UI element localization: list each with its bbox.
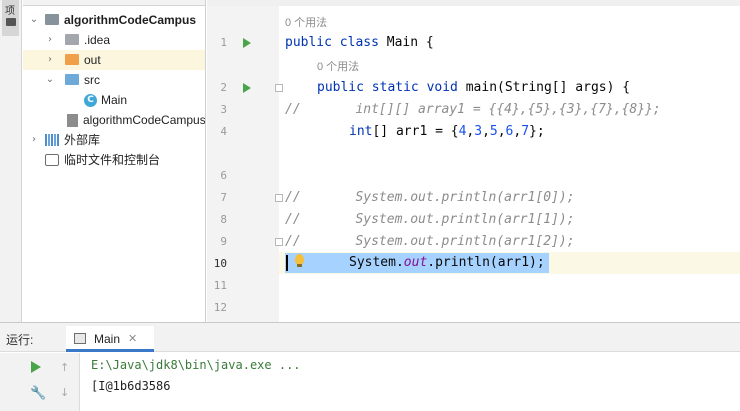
chevron-down-icon[interactable]: ⌄ [45,74,55,86]
code-token: .println(arr1); [427,255,545,270]
tree-item-src[interactable]: ⌄ src [23,70,205,90]
editor-gutter [207,6,279,322]
tree-item-label: algorithmCodeCampus [64,13,197,27]
code-token: System. [349,255,404,270]
left-tool-strip: 项 [0,0,22,322]
tree-item-idea[interactable]: › .idea [23,30,205,50]
text-caret [286,255,288,271]
code-token: }; [529,124,545,139]
line-number: 4 [220,125,227,138]
console-command-line: E:\Java\jdk8\bin\java.exe ... [91,358,301,372]
code-token: public class [285,35,379,50]
code-line-8: // System.out.println(arr1[1]); [285,212,575,227]
project-tool-tab-label: 项 [5,6,15,17]
close-icon[interactable]: ✕ [128,332,137,345]
code-number: 5 [489,124,498,139]
tree-item-label: out [84,53,101,67]
wrench-icon[interactable]: 🔧 [30,386,46,401]
line-number: 1 [220,36,227,49]
run-main-icon[interactable] [243,83,251,93]
tree-item-label: src [84,73,100,87]
line-number: 12 [213,301,227,314]
code-number: 4 [458,124,467,139]
excluded-folder-icon [65,54,79,65]
tree-item-label: 临时文件和控制台 [64,153,161,167]
code-line-10: System.out.println(arr1); [349,255,545,271]
code-token: main(String[] args) { [457,80,631,95]
tree-item-label: .idea [84,33,111,47]
code-token: [] arr1 = { [372,124,459,139]
code-number: 3 [474,124,483,139]
java-class-icon: C [84,94,97,107]
code-line-9: // System.out.println(arr1[2]); [285,234,575,249]
iml-file-icon [67,114,78,127]
code-number: 6 [505,124,514,139]
project-panel: ⌄ algorithmCodeCampus › .idea › out ⌄ sr… [23,0,206,322]
folder-icon [65,34,79,45]
line-number: 7 [220,191,227,204]
code-line-3: // int[][] array1 = {{4},{5},{3},{7},{8}… [285,102,661,117]
run-config-tab-label: Main [94,332,121,346]
line-number: 11 [213,279,227,292]
tree-item-out[interactable]: › out [23,50,205,70]
line-number: 6 [220,169,227,182]
arrow-up-icon[interactable]: ↑ [60,361,69,374]
line-number: 2 [220,81,227,94]
tree-item-scratches[interactable]: 临时文件和控制台 [23,150,205,170]
code-number: 7 [521,124,530,139]
fold-marker-icon[interactable] [275,84,283,92]
tree-item-label: algorithmCodeCampus.iml [83,113,206,127]
run-header: 运行: Main ✕ [0,323,740,352]
chevron-right-icon[interactable]: › [45,54,55,66]
code-line-2: public static void main(String[] args) { [317,80,630,96]
project-folder-icon [6,18,16,26]
module-folder-icon [45,14,59,25]
code-line-4: int[] arr1 = {4,3,5,6,7}; [349,124,545,139]
code-static-field: out [403,255,428,270]
run-panel-title: 运行: [6,333,34,347]
chevron-right-icon[interactable]: › [45,34,55,46]
line-number: 3 [220,103,227,116]
chevron-right-icon[interactable]: › [29,134,39,146]
tree-item-label: 外部库 [64,133,101,147]
source-folder-icon [65,74,79,85]
line-number: 9 [220,235,227,248]
scratch-icon [45,154,59,166]
code-token: public static void [317,80,458,95]
run-toolbar: 🔧 ↑ ↓ [0,353,80,411]
usage-hint[interactable]: 0 个用法 [317,58,359,74]
code-token: Main { [378,35,434,50]
intention-bulb-icon[interactable] [295,254,304,264]
chevron-down-icon[interactable]: ⌄ [29,14,39,26]
fold-marker-icon[interactable] [275,238,283,246]
code-editor[interactable]: 1 2 3 4 6 7 8 9 10 11 12 0 个用法 0 个用法 pub… [207,0,740,322]
console-output: [I@1b6d3586 [91,379,171,393]
run-config-tab[interactable]: Main ✕ [66,326,154,352]
line-number: 10 [213,257,227,270]
fold-marker-icon[interactable] [275,194,283,202]
line-number: 8 [220,213,227,226]
intention-bulb-base [297,264,302,267]
usage-hint[interactable]: 0 个用法 [285,14,327,30]
editor-tab-bar [207,0,740,6]
tree-item-external-libraries[interactable]: › 外部库 [23,130,205,150]
run-config-icon [74,333,86,344]
tree-item-label: Main [101,93,128,107]
project-toolbar [23,0,205,6]
tree-item-main[interactable]: C Main [23,90,205,110]
project-tool-tab[interactable]: 项 [2,0,19,36]
tree-item-iml[interactable]: algorithmCodeCampus.iml [23,110,206,130]
tree-item-root[interactable]: ⌄ algorithmCodeCampus [23,10,205,30]
code-line-1: public class Main { [285,35,434,51]
rerun-icon[interactable] [31,361,41,373]
library-icon [45,134,59,146]
code-token: int [349,124,373,139]
run-tool-window: 运行: Main ✕ 🔧 ↑ ↓ E:\Java\jdk8\bin\java.e… [0,322,740,411]
arrow-down-icon[interactable]: ↓ [60,386,69,399]
code-line-7: // System.out.println(arr1[0]); [285,190,575,205]
run-class-icon[interactable] [243,38,251,48]
